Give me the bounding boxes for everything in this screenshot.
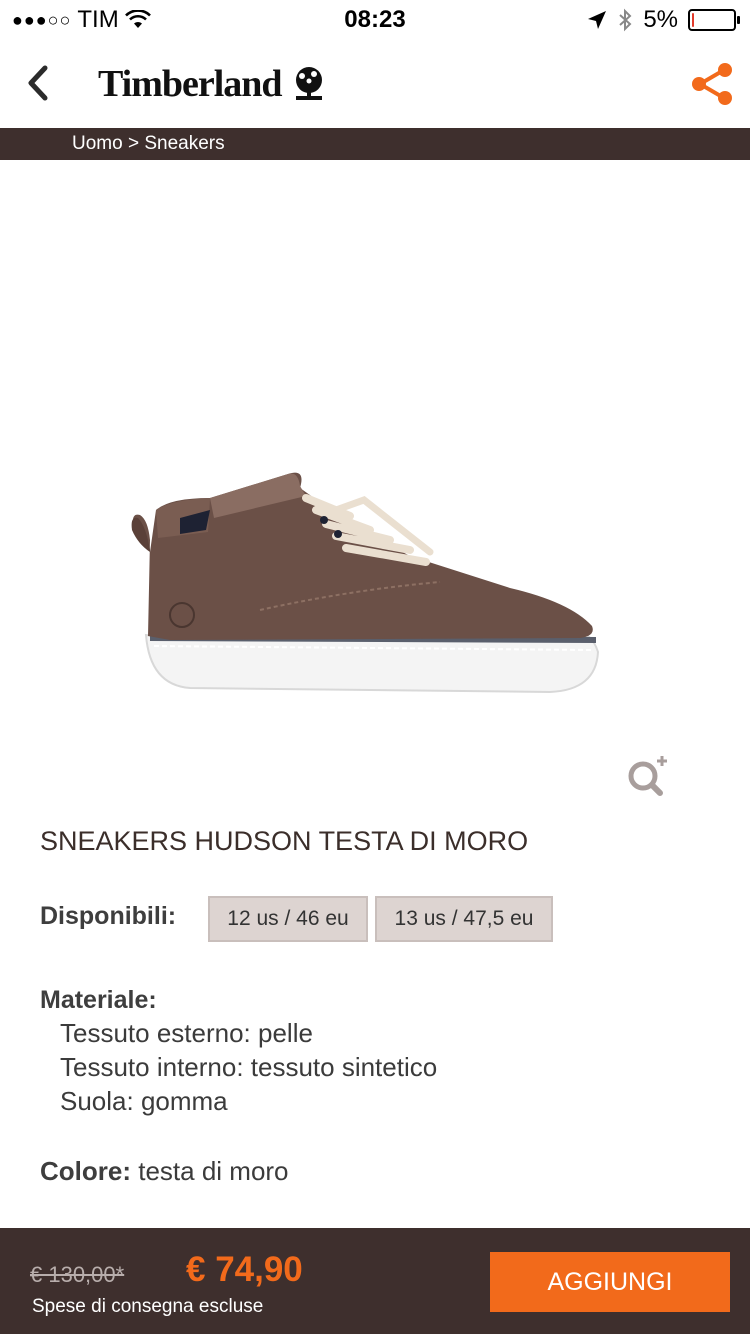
availability-label: Disponibili: xyxy=(40,902,177,930)
share-icon xyxy=(692,63,732,105)
breadcrumb-path[interactable]: Uomo > Sneakers xyxy=(72,133,225,155)
location-arrow-icon xyxy=(588,11,607,29)
size-option-1[interactable]: 12 us / 46 eu xyxy=(208,896,368,942)
shipping-note: Spese di consegna escluse xyxy=(32,1296,264,1317)
product-title: SNEAKERS HUDSON TESTA DI MORO xyxy=(40,826,529,856)
chevron-left-icon xyxy=(28,65,48,101)
brand-logo: Timberland xyxy=(98,62,328,106)
bluetooth-icon xyxy=(619,8,632,32)
share-button[interactable] xyxy=(688,60,738,110)
material-inner: Tessuto interno: tessuto sintetico xyxy=(60,1052,438,1082)
tree-logo-icon xyxy=(295,67,322,100)
status-bar: ●●●○○ TIM 08:23 5% xyxy=(0,0,750,40)
zoom-plus-icon xyxy=(628,756,667,796)
status-right: 5% xyxy=(587,6,740,34)
breadcrumb: Uomo > Sneakers xyxy=(0,128,750,160)
new-price: € 74,90 xyxy=(186,1250,303,1289)
battery-level xyxy=(692,13,694,27)
purchase-bar: € 130,00* € 74,90 Spese di consegna escl… xyxy=(0,1228,750,1334)
color-row: Colore: testa di moro xyxy=(40,1156,289,1187)
sneaker-image xyxy=(131,472,600,694)
battery-icon xyxy=(688,9,740,31)
brand-name: Timberland xyxy=(98,63,283,105)
app-header: Timberland xyxy=(0,40,750,130)
battery-percent: 5% xyxy=(643,6,678,33)
old-price: € 130,00* xyxy=(30,1262,125,1287)
size-option-2[interactable]: 13 us / 47,5 eu xyxy=(375,896,553,942)
material-outer: Tessuto esterno: pelle xyxy=(60,1018,313,1048)
material-label: Materiale: xyxy=(40,986,157,1014)
add-to-cart-button[interactable]: AGGIUNGI xyxy=(490,1252,730,1312)
color-value: testa di moro xyxy=(138,1156,289,1186)
material-sole: Suola: gomma xyxy=(60,1086,228,1116)
back-button[interactable] xyxy=(18,58,68,108)
zoom-button[interactable] xyxy=(624,752,670,798)
color-label: Colore: xyxy=(40,1156,131,1186)
